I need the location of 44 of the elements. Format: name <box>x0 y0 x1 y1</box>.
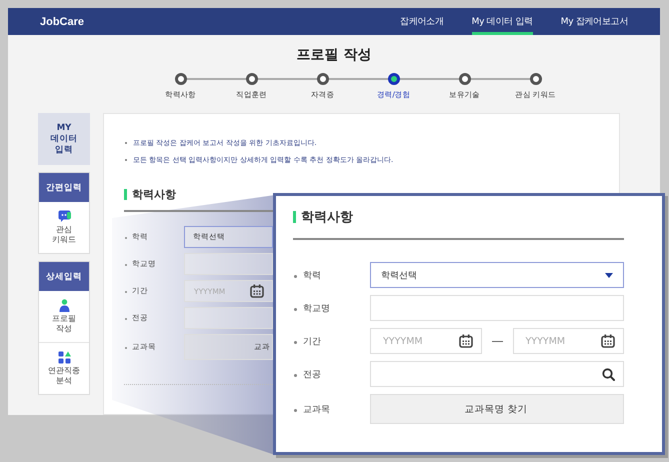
search-button[interactable]: 교과목명 찾기 <box>370 394 624 424</box>
step-dot[interactable] <box>174 73 186 85</box>
sidebar-group-header: 상세입력 <box>39 262 89 291</box>
field-label: 기간 <box>293 334 370 348</box>
sidebar-item[interactable]: 관심 키워드 <box>39 202 89 253</box>
nav-link[interactable]: My 데이터 입력 <box>472 8 533 35</box>
calendar-icon <box>458 334 472 348</box>
range-dash <box>492 340 502 342</box>
field-label: 학력 <box>293 268 370 282</box>
text-field[interactable] <box>184 253 273 275</box>
nav-link[interactable]: 잡케어소개 <box>400 8 444 35</box>
text-field[interactable] <box>370 295 624 321</box>
page-title: 프로필 작성 <box>296 46 372 64</box>
grid-icon <box>58 351 70 364</box>
search-icon <box>602 368 615 380</box>
chat-icon <box>58 210 70 223</box>
calendar-icon <box>601 334 615 348</box>
section-title: 학력사항 <box>301 209 353 226</box>
select-field[interactable]: 학력선택 <box>370 262 624 288</box>
section-marker <box>124 189 127 200</box>
step-dot[interactable] <box>458 73 470 85</box>
person-icon <box>58 299 70 312</box>
section-title: 학력사항 <box>132 187 176 202</box>
sidebar-item-label[interactable]: 관심 키워드 <box>47 225 81 245</box>
sidebar-item[interactable]: 프로필 작성 <box>39 291 89 342</box>
search-field[interactable] <box>370 361 624 387</box>
sidebar-item-label[interactable]: 연관직종 분석 <box>47 366 81 386</box>
field-label: 학교명 <box>293 302 370 314</box>
text-field[interactable] <box>184 307 273 329</box>
field-label: 전공 <box>293 368 370 380</box>
step-dot[interactable] <box>316 73 328 85</box>
section-marker <box>293 211 296 223</box>
field-label: 교과목 <box>293 402 370 416</box>
sidebar-item-label[interactable]: 프로필 작성 <box>47 314 81 334</box>
logo[interactable]: JobCare <box>40 16 84 28</box>
calendar-icon <box>250 284 264 298</box>
step-dot[interactable] <box>388 73 400 85</box>
nav-link[interactable]: My 잡케어보고서 <box>560 8 628 35</box>
sidebar-item[interactable]: 연관직종 분석 <box>39 342 89 394</box>
step-dot[interactable] <box>246 73 258 85</box>
step-dot[interactable] <box>530 73 542 85</box>
sidebar-title: MY 데이터 입력 <box>38 113 90 165</box>
sidebar-group-header: 간편입력 <box>39 173 89 202</box>
caret-icon <box>605 272 613 278</box>
